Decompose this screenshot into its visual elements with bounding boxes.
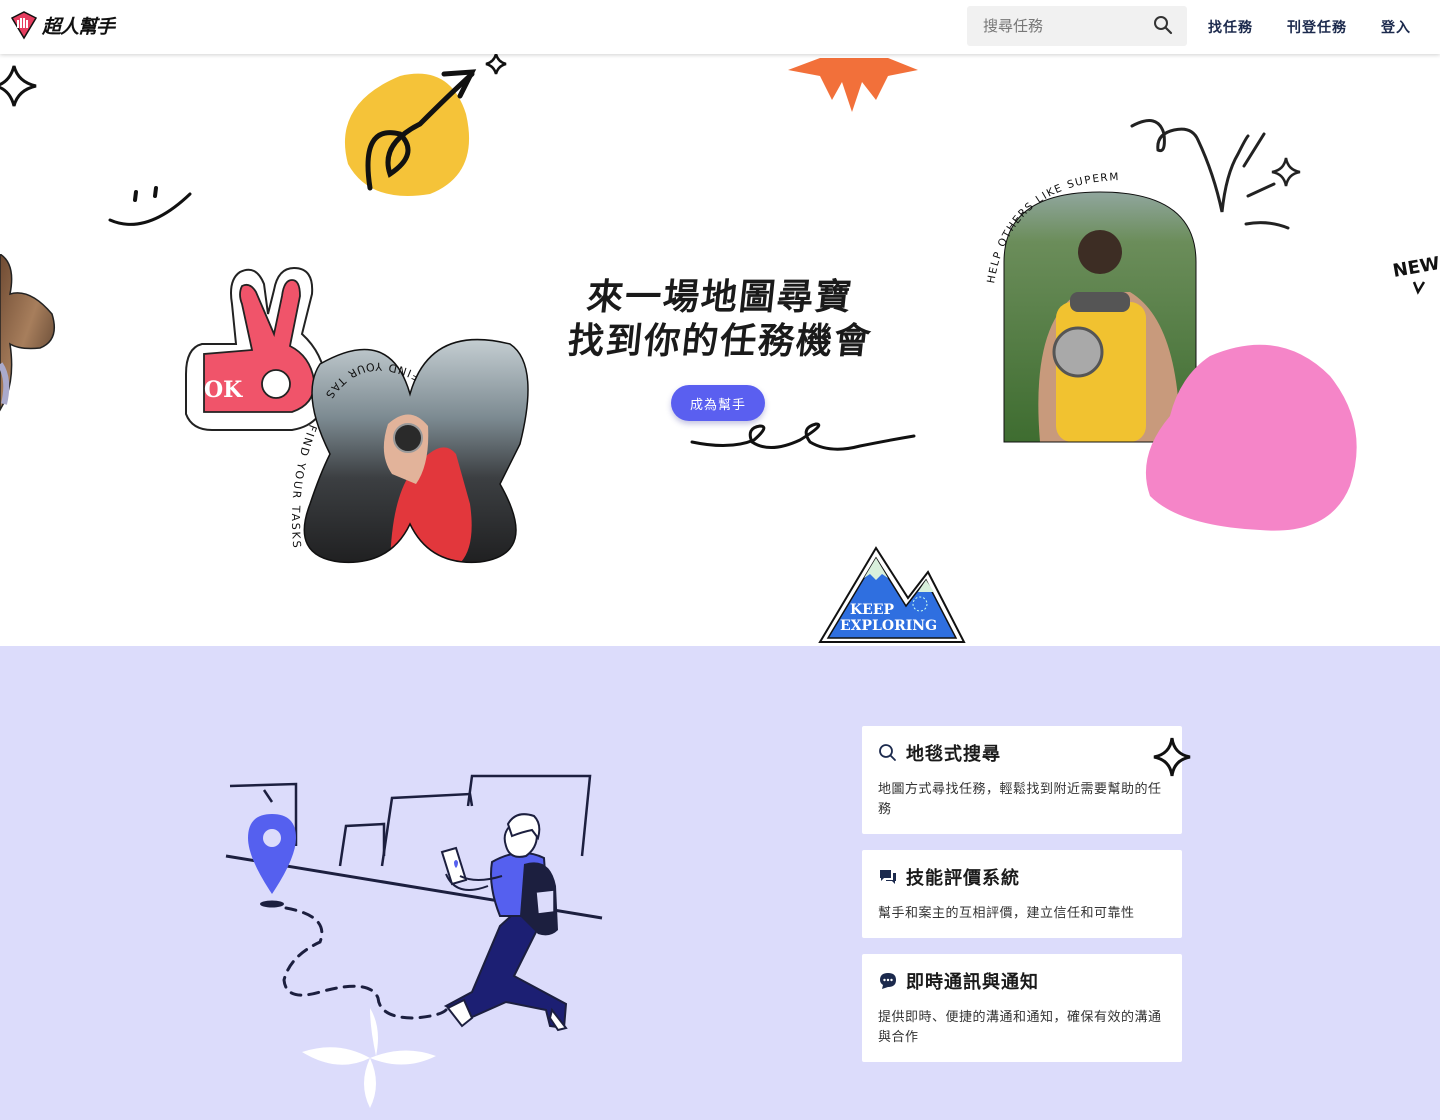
nav-post-task[interactable]: 刊登任務 <box>1287 17 1347 37</box>
top-navbar: 超人幫手 找任務 刊登任務 登入 <box>0 0 1440 54</box>
feature-card-chat: 即時通訊與通知 提供即時、便捷的溝通和通知，確保有效的溝通與合作 <box>862 954 1182 1062</box>
feature-description: 提供即時、便捷的溝通和通知，確保有效的溝通與合作 <box>878 1010 1162 1045</box>
review-icon <box>880 870 896 884</box>
search-icon <box>879 744 896 761</box>
exploring-label: EXPLORING <box>840 618 937 634</box>
keep-exploring-badge-icon: KEEP EXPLORING <box>818 546 966 643</box>
map-explorer-illustration-icon <box>225 774 603 1108</box>
feature-description: 幫手和案主的互相評價，建立信任和可靠性 <box>878 906 1135 921</box>
brand-logo[interactable]: 超人幫手 <box>10 10 115 40</box>
hero-title-line-1: 來一場地圖尋寶 <box>584 277 856 318</box>
features-section: 地毯式搜尋 地圖方式尋找任務，輕鬆找到附近需要幫助的任務 技能評價系統 幫手和案… <box>0 646 1440 1120</box>
feature-title: 技能評價系統 <box>906 868 1020 889</box>
sparkle-icon <box>1153 737 1191 777</box>
smiley-doodle-icon <box>108 186 192 226</box>
chat-icon <box>880 973 896 989</box>
sparkle-icon <box>0 65 37 107</box>
feature-description: 地圖方式尋找任務，輕鬆找到附近需要幫助的任務 <box>878 782 1162 817</box>
search-icon[interactable] <box>1153 15 1173 35</box>
orange-burst-icon <box>788 58 918 112</box>
feature-card-search: 地毯式搜尋 地圖方式尋找任務，輕鬆找到附近需要幫助的任務 <box>862 726 1182 834</box>
hero-section: OK FIND YOUR TASK FIND YOUR TASKS NOW <box>0 54 1440 646</box>
pink-blob-icon <box>1145 344 1357 531</box>
feature-title: 即時通訊與通知 <box>906 972 1039 993</box>
ok-sticker-label: OK <box>204 377 243 403</box>
new-doodle-icon: NEW <box>1391 253 1440 295</box>
new-doodle-text: NEW <box>1391 253 1440 282</box>
compass-hand-photo-icon: FIND YOUR TASK FIND YOUR TASKS NOW <box>280 334 529 564</box>
superman-hand-logo-icon <box>10 11 38 40</box>
squiggle-line-icon <box>690 422 916 451</box>
search-input[interactable] <box>967 7 1137 45</box>
search-box[interactable] <box>967 6 1187 46</box>
feature-title: 地毯式搜尋 <box>906 744 1001 765</box>
keep-label: KEEP <box>850 602 895 618</box>
nav-login[interactable]: 登入 <box>1381 17 1411 37</box>
yellow-blob-arrow-icon <box>344 54 507 196</box>
nav-find-task[interactable]: 找任務 <box>1208 17 1253 37</box>
feature-card-review: 技能評價系統 幫手和案主的互相評價，建立信任和可靠性 <box>862 850 1182 938</box>
brand-name: 超人幫手 <box>42 15 115 38</box>
